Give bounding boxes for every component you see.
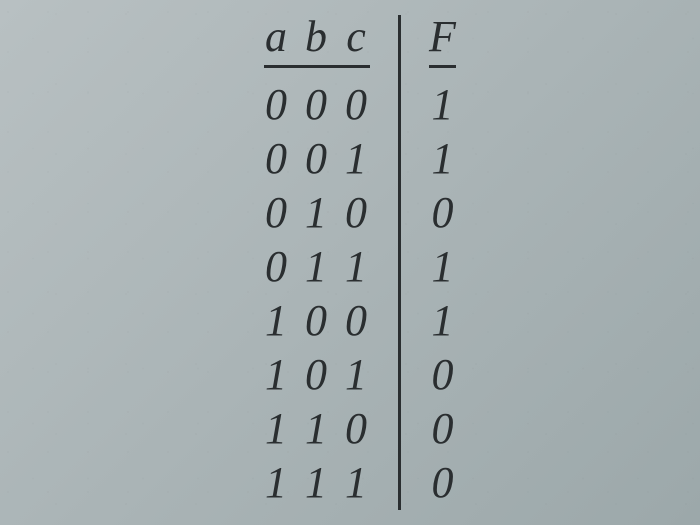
cell: 1 [304,461,330,505]
cell: 0 [344,83,370,127]
truth-table: a b c 0 0 0 0 0 1 0 1 0 0 1 1 1 0 0 [264,15,456,510]
table-row: 1 1 0 [264,402,370,456]
cell: 0 [431,402,453,456]
cell: 0 [264,245,290,289]
cell: 1 [264,407,290,451]
table-row: 0 1 1 [264,240,370,294]
cell: 0 [304,137,330,181]
cell: 1 [264,353,290,397]
table-row: 1 1 1 [264,456,370,510]
cell: 1 [344,137,370,181]
cell: 1 [431,78,453,132]
cell: 1 [304,191,330,235]
cell: 1 [431,294,453,348]
cell: 0 [431,186,453,240]
table-row: 0 0 1 [264,132,370,186]
cell: 1 [431,240,453,294]
cell: 1 [264,461,290,505]
cell: 1 [304,407,330,451]
cell: 1 [344,461,370,505]
table-row: 0 0 0 [264,78,370,132]
cell: 0 [264,191,290,235]
inputs-header: a b c [264,15,370,68]
cell: 0 [304,299,330,343]
cell: 0 [431,348,453,402]
cell: 0 [344,191,370,235]
cell: 1 [304,245,330,289]
col-header-a: a [264,15,290,59]
cell: 0 [264,137,290,181]
table-row: 0 1 0 [264,186,370,240]
col-header-b: b [304,15,330,59]
table-row: 1 0 1 [264,348,370,402]
output-column: F 1 1 0 1 1 0 0 0 [401,15,456,510]
col-header-f: F [429,15,456,68]
cell: 1 [264,299,290,343]
cell: 0 [304,83,330,127]
cell: 0 [344,299,370,343]
col-header-c: c [344,15,370,59]
cell: 0 [431,456,453,510]
table-row: 1 0 0 [264,294,370,348]
cell: 0 [264,83,290,127]
cell: 1 [344,245,370,289]
inputs-column: a b c 0 0 0 0 0 1 0 1 0 0 1 1 1 0 0 [264,15,398,510]
cell: 1 [431,132,453,186]
cell: 0 [344,407,370,451]
cell: 0 [304,353,330,397]
cell: 1 [344,353,370,397]
